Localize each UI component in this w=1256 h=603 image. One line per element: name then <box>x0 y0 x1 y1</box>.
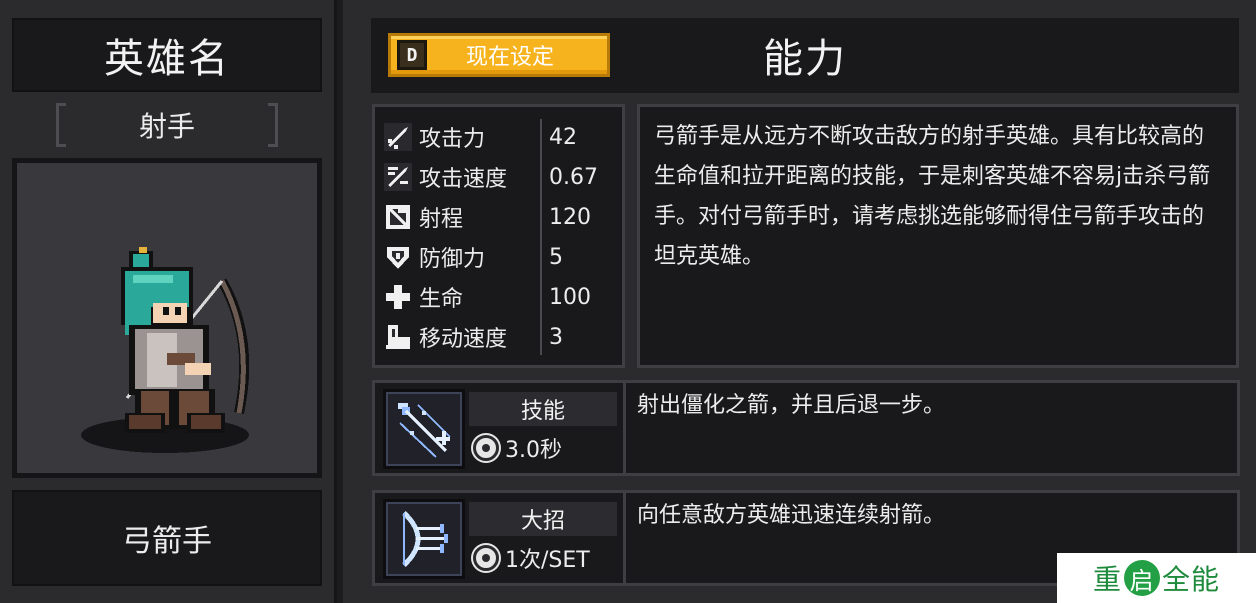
stat-row-defense: 防御力 5 <box>383 239 618 275</box>
usage-icon <box>473 545 499 571</box>
stat-value: 3 <box>549 324 563 350</box>
health-cross-icon <box>383 282 413 312</box>
hero-portrait-frame <box>12 158 322 478</box>
stat-row-health: 生命 100 <box>383 279 618 315</box>
shield-defense-icon <box>383 242 413 272</box>
stat-label: 移动速度 <box>419 327 508 352</box>
skill-cooldown: 3.0秒 <box>469 430 617 466</box>
watermark-seal: 启 <box>1124 560 1160 596</box>
set-now-button[interactable]: D 现在设定 <box>388 33 610 77</box>
skill-row[interactable]: 技能 3.0秒 射出僵化之箭，并且后退一步。 <box>372 380 1240 476</box>
key-d-icon: D <box>397 40 427 70</box>
stat-row-move-speed: 移动速度 3 <box>383 319 618 355</box>
ultimate-name: 大招 <box>469 502 617 536</box>
stat-label: 防御力 <box>419 247 486 272</box>
hero-name-value: 弓箭手 <box>12 490 322 586</box>
hero-class-label: 射手 <box>56 103 278 147</box>
stat-value: 5 <box>549 244 563 270</box>
stat-label: 生命 <box>419 287 464 312</box>
hero-portrait <box>17 163 317 473</box>
stat-label: 攻击速度 <box>419 167 508 192</box>
stat-row-range: 射程 120 <box>383 199 618 235</box>
stat-row-attack-speed: 攻击速度 0.67 <box>383 159 618 195</box>
ultimate-usage: 1次/SET <box>469 540 617 576</box>
stats-table: 攻击力 42 攻击速度 0.67 射程 120 防御力 5 生命 100 移动速 <box>372 104 625 368</box>
sword-attack-icon <box>383 122 413 152</box>
bow-range-icon <box>383 202 413 232</box>
boot-speed-icon <box>383 322 413 352</box>
ice-arrow-skill-icon <box>383 389 465 469</box>
attack-speed-icon <box>383 162 413 192</box>
stat-value: 100 <box>549 284 591 310</box>
skill-description: 射出僵化之箭，并且后退一步。 <box>637 393 946 418</box>
archer-sprite <box>81 247 250 453</box>
ultimate-description: 向任意敌方英雄迅速连续射箭。 <box>637 503 946 528</box>
cooldown-icon <box>473 435 499 461</box>
stat-value: 42 <box>549 124 577 150</box>
set-now-label: 现在设定 <box>465 45 554 70</box>
skill-name: 技能 <box>469 392 617 426</box>
stat-value: 0.67 <box>549 164 598 190</box>
stat-label: 攻击力 <box>419 127 486 152</box>
ultimate-divider <box>623 493 626 583</box>
hero-name-heading: 英雄名 <box>12 18 322 92</box>
arrow-volley-ultimate-icon <box>383 499 465 579</box>
skill-cooldown-value: 3.0秒 <box>505 438 562 463</box>
watermark-text-left: 重 <box>1092 563 1122 596</box>
stat-row-attack: 攻击力 42 <box>383 119 618 155</box>
watermark-text-right: 全能 <box>1162 563 1221 596</box>
hero-description: 弓箭手是从远方不断攻击敌方的射手英雄。具有比较高的生命值和拉开距离的技能，于是刺… <box>637 104 1239 368</box>
ultimate-usage-value: 1次/SET <box>505 548 590 573</box>
hero-class-text: 射手 <box>138 110 195 143</box>
stat-label: 射程 <box>419 207 464 232</box>
left-bracket <box>56 103 66 147</box>
stat-value: 120 <box>549 204 591 230</box>
skill-divider <box>623 383 626 473</box>
watermark-logo: 重 启 全能 <box>1057 553 1256 603</box>
ability-title: 能力 <box>763 36 847 82</box>
right-bracket <box>268 103 278 147</box>
